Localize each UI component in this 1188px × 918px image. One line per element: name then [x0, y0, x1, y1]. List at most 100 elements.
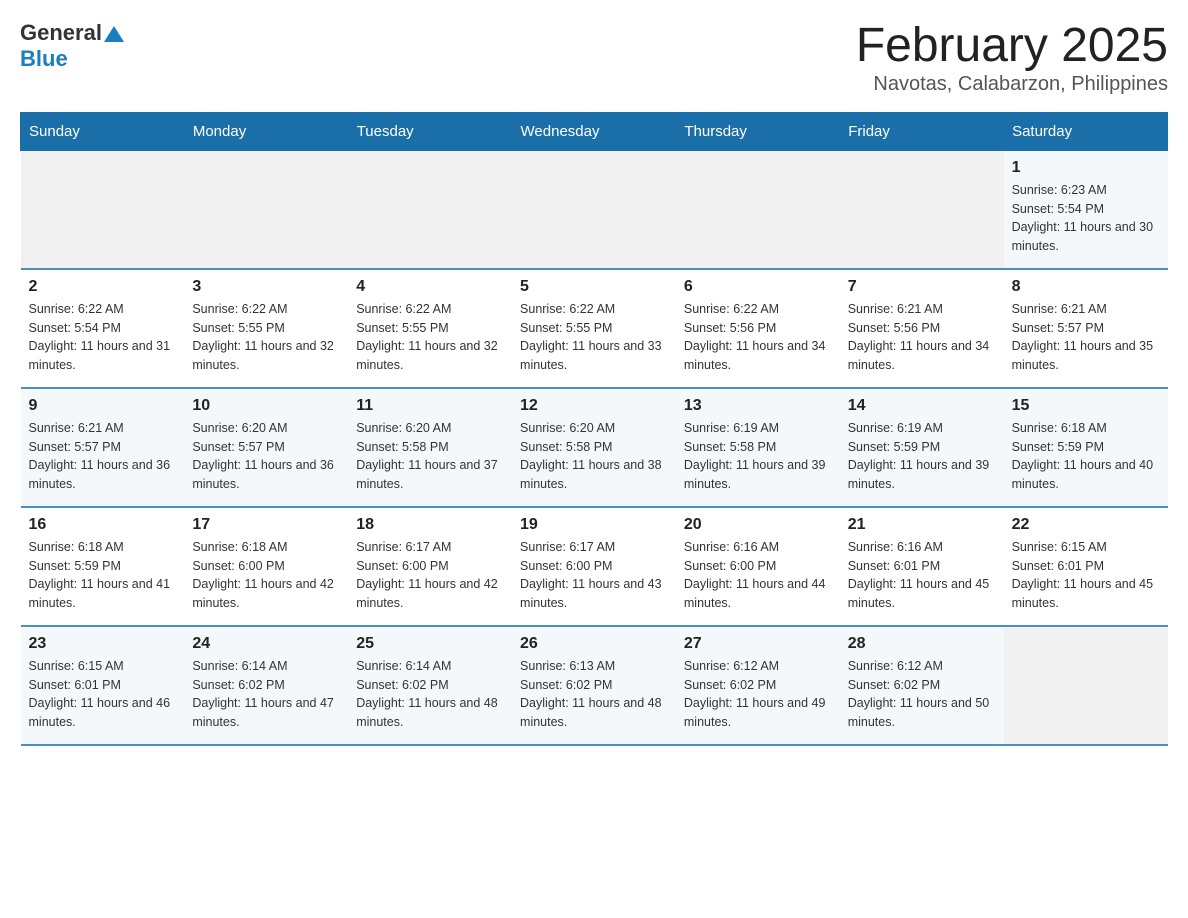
calendar-cell: 9 Sunrise: 6:21 AM Sunset: 5:57 PM Daylig… [21, 388, 185, 507]
calendar-week-row: 16 Sunrise: 6:18 AM Sunset: 5:59 PM Dayli… [21, 507, 1168, 626]
day-info: Sunrise: 6:21 AM Sunset: 5:57 PM Dayligh… [29, 419, 177, 494]
calendar-cell: 15 Sunrise: 6:18 AM Sunset: 5:59 PM Dayli… [1004, 388, 1168, 507]
calendar-subtitle: Navotas, Calabarzon, Philippines [856, 73, 1168, 96]
day-info: Sunrise: 6:17 AM Sunset: 6:00 PM Dayligh… [356, 538, 504, 613]
day-info: Sunrise: 6:22 AM Sunset: 5:56 PM Dayligh… [684, 300, 832, 375]
day-number: 2 [29, 278, 177, 296]
calendar-week-row: 1 Sunrise: 6:23 AM Sunset: 5:54 PM Daylig… [21, 150, 1168, 269]
calendar-cell: 1 Sunrise: 6:23 AM Sunset: 5:54 PM Daylig… [1004, 150, 1168, 269]
day-info: Sunrise: 6:20 AM Sunset: 5:57 PM Dayligh… [192, 419, 340, 494]
day-info: Sunrise: 6:17 AM Sunset: 6:00 PM Dayligh… [520, 538, 668, 613]
day-info: Sunrise: 6:22 AM Sunset: 5:55 PM Dayligh… [520, 300, 668, 375]
day-info: Sunrise: 6:16 AM Sunset: 6:01 PM Dayligh… [848, 538, 996, 613]
day-info: Sunrise: 6:18 AM Sunset: 5:59 PM Dayligh… [1012, 419, 1160, 494]
day-number: 22 [1012, 516, 1160, 534]
day-number: 1 [1012, 159, 1160, 177]
calendar-cell [1004, 626, 1168, 745]
day-number: 17 [192, 516, 340, 534]
logo: General Blue [20, 20, 124, 72]
day-info: Sunrise: 6:22 AM Sunset: 5:55 PM Dayligh… [356, 300, 504, 375]
day-info: Sunrise: 6:19 AM Sunset: 5:58 PM Dayligh… [684, 419, 832, 494]
calendar-cell: 7 Sunrise: 6:21 AM Sunset: 5:56 PM Daylig… [840, 269, 1004, 388]
calendar-cell: 14 Sunrise: 6:19 AM Sunset: 5:59 PM Dayli… [840, 388, 1004, 507]
day-info: Sunrise: 6:13 AM Sunset: 6:02 PM Dayligh… [520, 657, 668, 732]
calendar-title: February 2025 [856, 20, 1168, 73]
calendar-cell: 8 Sunrise: 6:21 AM Sunset: 5:57 PM Daylig… [1004, 269, 1168, 388]
day-number: 9 [29, 397, 177, 415]
calendar-cell: 6 Sunrise: 6:22 AM Sunset: 5:56 PM Daylig… [676, 269, 840, 388]
calendar-cell: 21 Sunrise: 6:16 AM Sunset: 6:01 PM Dayli… [840, 507, 1004, 626]
day-number: 6 [684, 278, 832, 296]
calendar-cell: 12Sunrise: 6:20 AM Sunset: 5:58 PM Dayli… [512, 388, 676, 507]
logo-blue-text: Blue [20, 46, 68, 71]
calendar-cell [184, 150, 348, 269]
calendar-day-header: Tuesday [348, 112, 512, 150]
day-number: 15 [1012, 397, 1160, 415]
calendar-cell: 4 Sunrise: 6:22 AM Sunset: 5:55 PM Daylig… [348, 269, 512, 388]
day-number: 4 [356, 278, 504, 296]
day-number: 21 [848, 516, 996, 534]
day-number: 7 [848, 278, 996, 296]
day-info: Sunrise: 6:18 AM Sunset: 6:00 PM Dayligh… [192, 538, 340, 613]
day-number: 19 [520, 516, 668, 534]
day-number: 27 [684, 635, 832, 653]
calendar-cell: 18 Sunrise: 6:17 AM Sunset: 6:00 PM Dayli… [348, 507, 512, 626]
day-info: Sunrise: 6:20 AM Sunset: 5:58 PM Dayligh… [356, 419, 504, 494]
day-number: 18 [356, 516, 504, 534]
day-info: Sunrise: 6:15 AM Sunset: 6:01 PM Dayligh… [29, 657, 177, 732]
calendar-cell: 11 Sunrise: 6:20 AM Sunset: 5:58 PM Dayli… [348, 388, 512, 507]
calendar-header-row: SundayMondayTuesdayWednesdayThursdayFrid… [21, 112, 1168, 150]
day-number: 26 [520, 635, 668, 653]
calendar-cell: 26 Sunrise: 6:13 AM Sunset: 6:02 PM Dayli… [512, 626, 676, 745]
day-info: Sunrise: 6:19 AM Sunset: 5:59 PM Dayligh… [848, 419, 996, 494]
calendar-week-row: 2 Sunrise: 6:22 AM Sunset: 5:54 PM Daylig… [21, 269, 1168, 388]
calendar-cell [348, 150, 512, 269]
day-number: 12 [520, 397, 668, 415]
calendar-cell: 13 Sunrise: 6:19 AM Sunset: 5:58 PM Dayli… [676, 388, 840, 507]
calendar-cell: 22Sunrise: 6:15 AM Sunset: 6:01 PM Dayli… [1004, 507, 1168, 626]
calendar-week-row: 23 Sunrise: 6:15 AM Sunset: 6:01 PM Dayli… [21, 626, 1168, 745]
day-info: Sunrise: 6:12 AM Sunset: 6:02 PM Dayligh… [848, 657, 996, 732]
day-info: Sunrise: 6:21 AM Sunset: 5:57 PM Dayligh… [1012, 300, 1160, 375]
day-number: 20 [684, 516, 832, 534]
logo-triangle-icon [104, 26, 124, 42]
calendar-cell [840, 150, 1004, 269]
day-number: 13 [684, 397, 832, 415]
calendar-cell: 25 Sunrise: 6:14 AM Sunset: 6:02 PM Dayli… [348, 626, 512, 745]
day-number: 10 [192, 397, 340, 415]
calendar-title-section: February 2025 Navotas, Calabarzon, Phili… [856, 20, 1168, 96]
calendar-cell [21, 150, 185, 269]
calendar-cell: 23 Sunrise: 6:15 AM Sunset: 6:01 PM Dayli… [21, 626, 185, 745]
calendar-day-header: Monday [184, 112, 348, 150]
calendar-cell: 2 Sunrise: 6:22 AM Sunset: 5:54 PM Daylig… [21, 269, 185, 388]
calendar-cell: 28Sunrise: 6:12 AM Sunset: 6:02 PM Dayli… [840, 626, 1004, 745]
day-number: 14 [848, 397, 996, 415]
day-info: Sunrise: 6:16 AM Sunset: 6:00 PM Dayligh… [684, 538, 832, 613]
day-number: 25 [356, 635, 504, 653]
day-number: 11 [356, 397, 504, 415]
calendar-day-header: Friday [840, 112, 1004, 150]
calendar-table: SundayMondayTuesdayWednesdayThursdayFrid… [20, 112, 1168, 746]
calendar-cell: 10 Sunrise: 6:20 AM Sunset: 5:57 PM Dayli… [184, 388, 348, 507]
day-number: 24 [192, 635, 340, 653]
day-info: Sunrise: 6:18 AM Sunset: 5:59 PM Dayligh… [29, 538, 177, 613]
calendar-cell: 17 Sunrise: 6:18 AM Sunset: 6:00 PM Dayli… [184, 507, 348, 626]
calendar-cell: 16 Sunrise: 6:18 AM Sunset: 5:59 PM Dayli… [21, 507, 185, 626]
day-info: Sunrise: 6:22 AM Sunset: 5:54 PM Dayligh… [29, 300, 177, 375]
day-info: Sunrise: 6:22 AM Sunset: 5:55 PM Dayligh… [192, 300, 340, 375]
calendar-cell: 20 Sunrise: 6:16 AM Sunset: 6:00 PM Dayli… [676, 507, 840, 626]
calendar-header: SundayMondayTuesdayWednesdayThursdayFrid… [21, 112, 1168, 150]
calendar-cell: 5 Sunrise: 6:22 AM Sunset: 5:55 PM Daylig… [512, 269, 676, 388]
day-number: 5 [520, 278, 668, 296]
day-number: 8 [1012, 278, 1160, 296]
calendar-cell [676, 150, 840, 269]
day-number: 16 [29, 516, 177, 534]
calendar-cell: 19 Sunrise: 6:17 AM Sunset: 6:00 PM Dayli… [512, 507, 676, 626]
day-info: Sunrise: 6:23 AM Sunset: 5:54 PM Dayligh… [1012, 181, 1160, 256]
page-header: General Blue February 2025 Navotas, Cala… [20, 20, 1168, 96]
calendar-cell: 24Sunrise: 6:14 AM Sunset: 6:02 PM Dayli… [184, 626, 348, 745]
calendar-cell: 27Sunrise: 6:12 AM Sunset: 6:02 PM Dayli… [676, 626, 840, 745]
day-number: 23 [29, 635, 177, 653]
day-info: Sunrise: 6:21 AM Sunset: 5:56 PM Dayligh… [848, 300, 996, 375]
day-info: Sunrise: 6:14 AM Sunset: 6:02 PM Dayligh… [356, 657, 504, 732]
